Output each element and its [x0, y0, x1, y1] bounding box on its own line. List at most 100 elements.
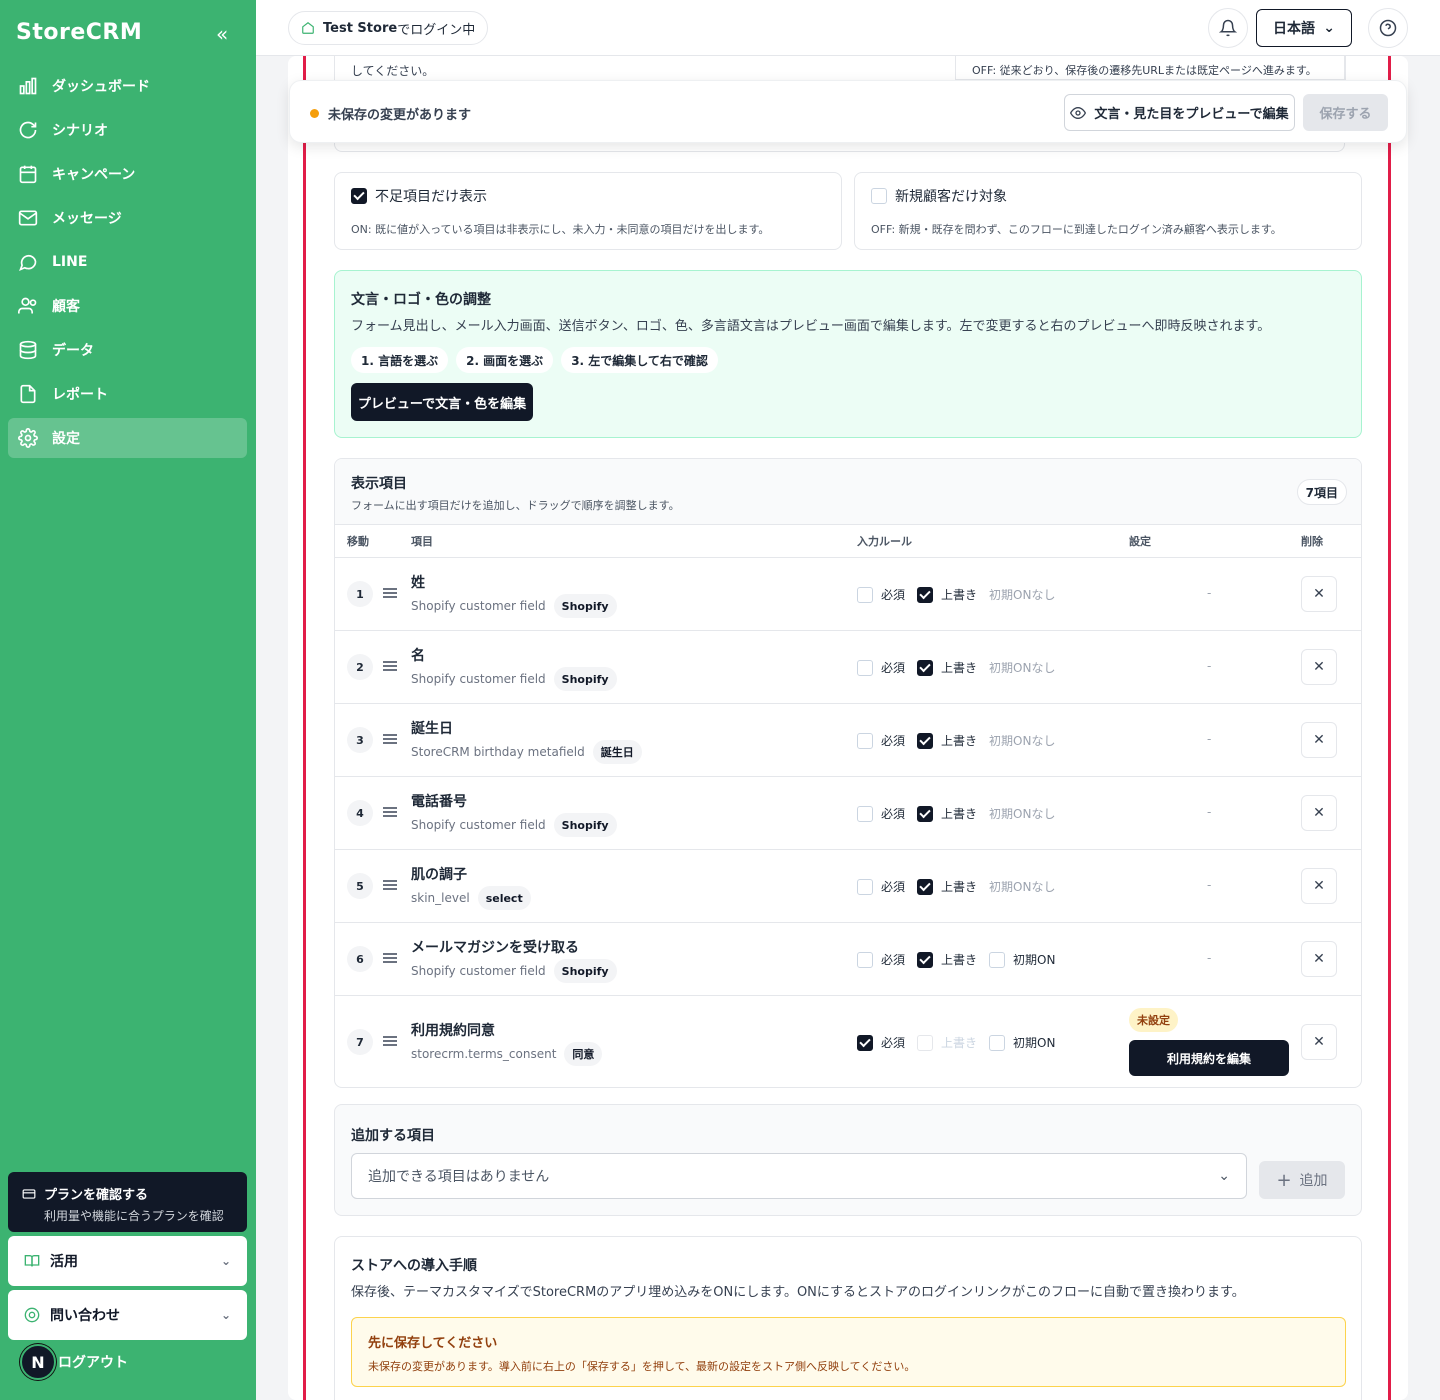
alert-title: 先に保存してください — [368, 1336, 498, 1351]
option-missing-only: 不足項目だけ表示 ON: 既に値が入っている項目は非表示にし、未入力・未同意の項… — [334, 172, 842, 250]
overwrite-label: 上書き — [941, 734, 978, 748]
step-badge: 3. 左で編集して右で確認 — [561, 347, 718, 373]
missing-only-desc: ON: 既に値が入っている項目は非表示にし、未入力・未同意の項目だけを出します。 — [351, 223, 770, 236]
required-label: 必須 — [881, 588, 906, 602]
setup-title: ストアへの導入手順 — [351, 1258, 477, 1274]
contact-accordion[interactable]: 問い合わせ ⌄ — [8, 1290, 247, 1340]
save-button[interactable]: 保存する — [1303, 94, 1388, 131]
table-row: 1 姓 Shopify customer field Shopify 必須 上書き 初期ON… — [335, 557, 1361, 630]
sidebar-item[interactable]: 顧客 — [8, 286, 247, 326]
overwrite-checkbox[interactable] — [917, 732, 934, 749]
overwrite-checkbox[interactable] — [917, 586, 934, 603]
missing-only-toggle[interactable]: 不足項目だけ表示 — [351, 186, 487, 206]
sidebar-item-label: 設定 — [52, 431, 80, 447]
delete-row-button[interactable]: ✕ — [1301, 722, 1337, 758]
new-customers-checkbox[interactable] — [871, 188, 887, 204]
edit-terms-button[interactable]: 利用規約を編集 — [1129, 1040, 1289, 1076]
sidebar-item[interactable]: ダッシュボード — [8, 66, 247, 106]
preview-customize-button[interactable]: プレビューで文言・色を編集 — [351, 383, 533, 421]
required-checkbox[interactable] — [857, 586, 873, 603]
field-source-row: storecrm.terms_consent 同意 — [411, 1042, 603, 1066]
sidebar-item[interactable]: 設定 — [8, 418, 247, 458]
required-checkbox[interactable] — [857, 732, 873, 749]
delete-row-button[interactable]: ✕ — [1301, 868, 1337, 904]
language-select[interactable]: 日本語 ⌄ — [1256, 9, 1352, 47]
delete-row-button[interactable]: ✕ — [1301, 941, 1337, 977]
delete-row-button[interactable]: ✕ — [1301, 576, 1337, 612]
logout-button[interactable]: N ログアウト — [20, 1344, 128, 1380]
collapse-sidebar-icon[interactable]: « — [216, 22, 228, 46]
overwrite-checkbox[interactable] — [917, 951, 934, 968]
drag-handle-icon[interactable] — [383, 807, 397, 817]
field-name: 名 — [411, 648, 425, 664]
sidebar-item[interactable]: データ — [8, 330, 247, 370]
drag-handle-icon[interactable] — [383, 734, 397, 744]
customize-card: 文言・ロゴ・色の調整 フォーム見出し、メール入力画面、送信ボタン、ロゴ、色、多言… — [334, 270, 1362, 438]
required-checkbox[interactable] — [857, 1034, 873, 1051]
drag-handle-icon[interactable] — [383, 880, 397, 890]
field-source-row: Shopify customer field Shopify — [411, 667, 617, 691]
missing-only-checkbox[interactable] — [351, 188, 367, 204]
gear-icon — [18, 428, 38, 448]
add-item-button-label: 追加 — [1299, 1173, 1328, 1189]
sidebar-item[interactable]: シナリオ — [8, 110, 247, 150]
avatar[interactable]: N — [20, 1344, 56, 1380]
drag-handle-icon[interactable] — [383, 1036, 397, 1046]
plan-subtitle: 利用量や機能に合うプランを確認 — [44, 1209, 224, 1223]
field-source: skin_level — [411, 891, 470, 905]
required-checkbox[interactable] — [857, 805, 873, 822]
sidebar-item[interactable]: キャンペーン — [8, 154, 247, 194]
overwrite-checkbox[interactable] — [917, 805, 934, 822]
bar-chart-icon — [19, 77, 37, 95]
sidebar: StoreCRM « ダッシュボード シナリオ キャンペーン メッセージ LINE 顧客デ… — [0, 0, 256, 1400]
sidebar-item[interactable]: LINE — [8, 242, 247, 282]
unset-badge: 未設定 — [1129, 1008, 1178, 1032]
overwrite-checkbox[interactable] — [917, 659, 934, 676]
delete-row-button[interactable]: ✕ — [1301, 1024, 1337, 1060]
eye-icon — [1070, 106, 1087, 119]
field-source: Shopify customer field — [411, 672, 546, 686]
new-customers-label: 新規顧客だけ対象 — [895, 189, 1007, 205]
usage-accordion[interactable]: 活用 ⌄ — [8, 1236, 247, 1286]
overwrite-checkbox[interactable] — [917, 878, 934, 895]
default-on-label: 初期ON — [1013, 953, 1056, 967]
step-badge: 2. 画面を選ぶ — [456, 347, 554, 373]
delete-row-button[interactable]: ✕ — [1301, 649, 1337, 685]
preview-edit-label: 文言・見た目をプレビューで編集 — [1094, 107, 1289, 122]
drag-handle-icon[interactable] — [383, 661, 397, 671]
new-customers-toggle[interactable]: 新規顧客だけ対象 — [871, 186, 1007, 206]
plan-card[interactable]: プランを確認する 利用量や機能に合うプランを確認 — [8, 1172, 247, 1232]
help-button[interactable] — [1368, 8, 1408, 48]
sidebar-item[interactable]: メッセージ — [8, 198, 247, 238]
help-icon — [1379, 19, 1397, 37]
drag-handle-icon[interactable] — [383, 953, 397, 963]
highlight-border-right — [1388, 56, 1391, 1400]
add-item-button[interactable]: + 追加 — [1259, 1161, 1345, 1199]
field-source: Shopify customer field — [411, 599, 546, 613]
required-checkbox[interactable] — [857, 878, 873, 895]
required-checkbox[interactable] — [857, 659, 873, 676]
field-name: 誕生日 — [411, 721, 453, 737]
notifications-button[interactable] — [1208, 8, 1248, 48]
add-item-select[interactable]: 追加できる項目はありません ⌄ — [351, 1153, 1247, 1199]
default-on-checkbox[interactable] — [989, 951, 1006, 968]
overwrite-label: 上書き — [941, 953, 978, 967]
default-on-checkbox[interactable] — [989, 1034, 1006, 1051]
preview-edit-button[interactable]: 文言・見た目をプレビューで編集 — [1064, 94, 1295, 131]
fields-header: 表示項目 フォームに出す項目だけを追加し、ドラッグで順序を調整します。 7項目 — [335, 459, 1361, 525]
usage-label: 活用 — [50, 1254, 78, 1270]
login-status: でログイン中 — [397, 22, 476, 38]
drag-handle-icon[interactable] — [383, 588, 397, 598]
input-rules: 必須 上書き 初期ONなし — [857, 878, 1055, 895]
field-source-row: Shopify customer field Shopify — [411, 813, 617, 837]
row-number: 5 — [347, 873, 373, 899]
input-rules: 必須 上書き 初期ON — [857, 1034, 1055, 1051]
sidebar-item[interactable]: レポート — [8, 374, 247, 414]
row-number: 1 — [347, 581, 373, 607]
store-indicator[interactable]: Test Store でログイン中 — [288, 11, 489, 45]
app-logo[interactable]: StoreCRM — [16, 20, 142, 45]
field-name: 利用規約同意 — [411, 1023, 495, 1039]
delete-row-button[interactable]: ✕ — [1301, 795, 1337, 831]
required-checkbox[interactable] — [857, 951, 873, 968]
customize-title: 文言・ロゴ・色の調整 — [351, 292, 491, 308]
